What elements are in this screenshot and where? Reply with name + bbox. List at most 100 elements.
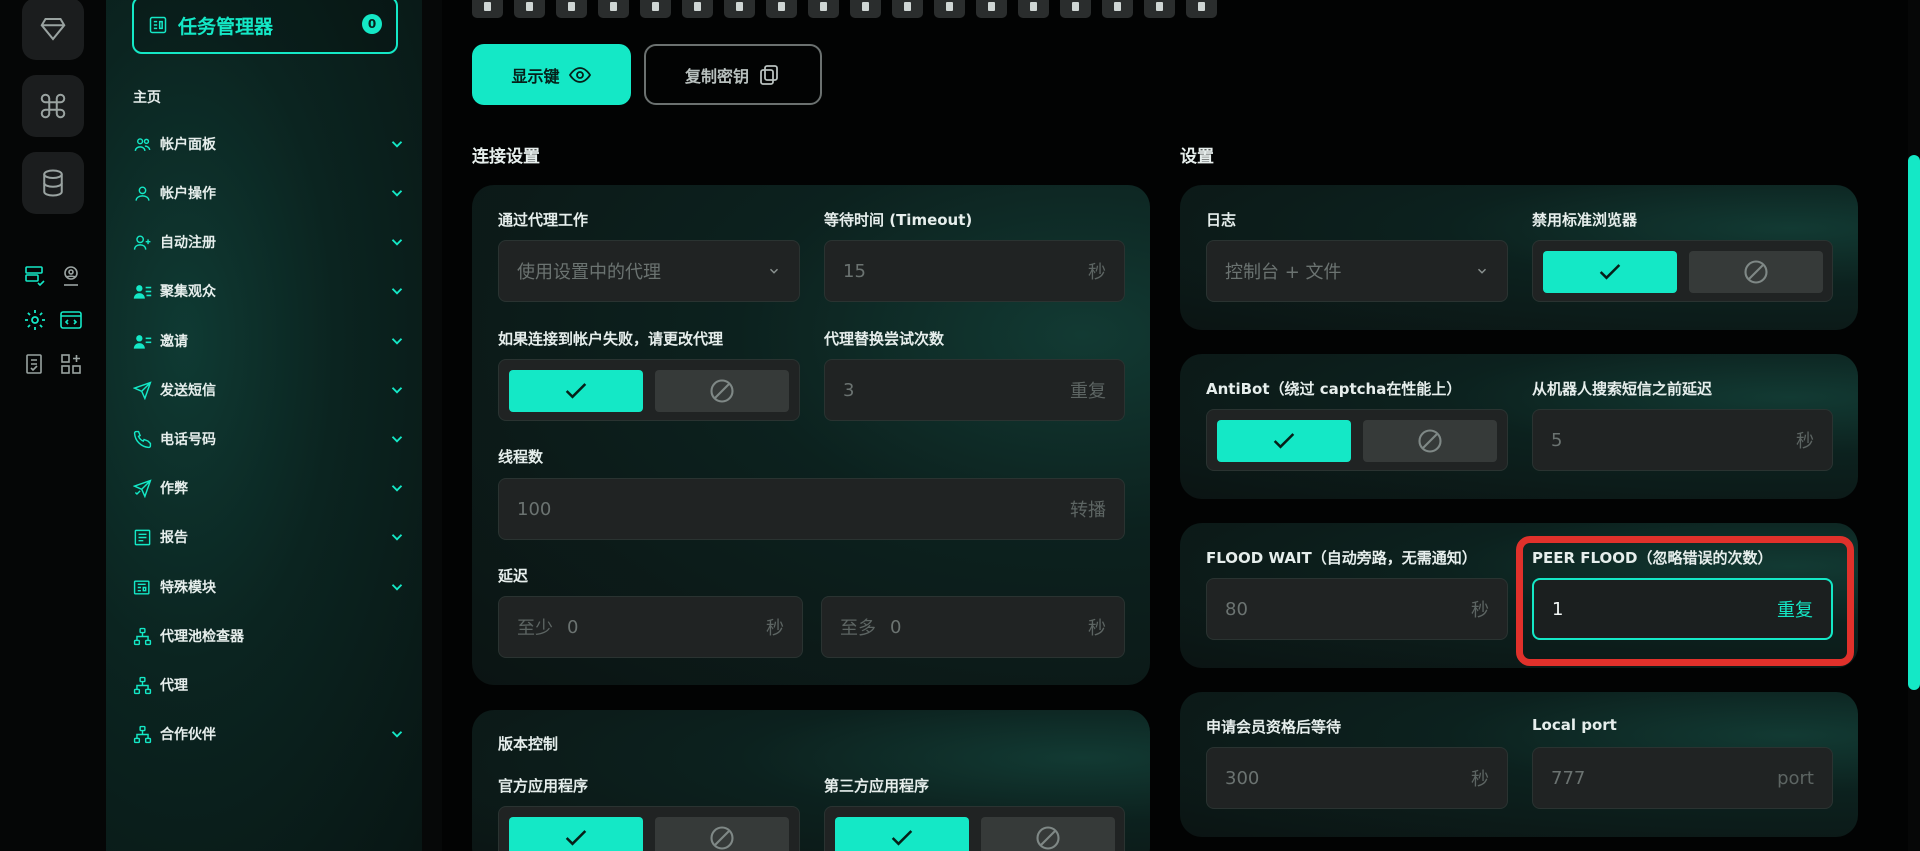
toggle-off-button[interactable]	[1363, 420, 1497, 462]
chevron-down-icon[interactable]	[388, 233, 406, 251]
threads-unit: 转播	[1070, 500, 1106, 521]
masked-key-char	[1060, 0, 1091, 18]
masked-key-char	[640, 0, 671, 18]
masked-key-char	[472, 0, 503, 18]
membership-wait-unit: 秒	[1471, 769, 1489, 790]
chevron-down-icon[interactable]	[388, 479, 406, 497]
masked-key-char	[1144, 0, 1175, 18]
toggle-off-button[interactable]	[655, 817, 789, 851]
database-icon-button[interactable]	[22, 152, 84, 214]
sidebar-item[interactable]: 合作伙伴	[132, 718, 406, 750]
ban-icon	[1744, 260, 1768, 284]
server-check-icon[interactable]	[22, 263, 48, 289]
sidebar: 任务管理器 0 主页 帐户面板帐户操作自动注册聚集观众邀请发送短信电话号码作弊报…	[106, 0, 422, 851]
toggle-off-button[interactable]	[981, 817, 1115, 851]
sidebar-item-label: 合作伙伴	[160, 727, 216, 743]
chevron-down-icon[interactable]	[388, 528, 406, 546]
sidebar-item[interactable]: 代理	[132, 669, 406, 701]
local-port-input[interactable]: 777 port	[1532, 747, 1833, 809]
show-key-button[interactable]: 显示键	[472, 44, 631, 105]
delay-min-prefix: 至少	[517, 618, 553, 639]
threads-input[interactable]: 100 转播	[498, 478, 1125, 540]
sidebar-item[interactable]: 聚集观众	[132, 275, 406, 307]
check-icon	[565, 830, 587, 846]
ban-icon	[1418, 429, 1442, 453]
official-app-toggle	[498, 806, 800, 851]
toggle-on-button[interactable]	[835, 817, 969, 851]
lock-icon	[694, 2, 701, 11]
toggle-on-button[interactable]	[1543, 251, 1677, 293]
lock-icon	[1072, 2, 1079, 11]
delay-max-input[interactable]: 至多 0 秒	[821, 596, 1125, 658]
command-icon-button[interactable]	[22, 75, 84, 137]
toggle-on-button[interactable]	[509, 817, 643, 851]
official-app-label: 官方应用程序	[498, 777, 589, 795]
sidebar-item[interactable]: 帐户操作	[132, 177, 406, 209]
user-invite-icon	[132, 331, 152, 351]
timeout-input[interactable]: 15 秒	[824, 240, 1125, 302]
chevron-down-icon	[1477, 268, 1487, 274]
proxy-work-select[interactable]: 使用设置中的代理	[498, 240, 800, 302]
check-icon	[565, 383, 587, 399]
sidebar-item[interactable]: 自动注册	[132, 226, 406, 258]
toggle-on-button[interactable]	[509, 370, 643, 412]
user-icon	[132, 183, 152, 203]
sidebar-item[interactable]: 报告	[132, 521, 406, 553]
chevron-down-icon[interactable]	[388, 184, 406, 202]
toggle-off-button[interactable]	[1689, 251, 1823, 293]
scrollbar[interactable]	[1908, 0, 1920, 851]
sidebar-item[interactable]: 电话号码	[132, 423, 406, 455]
flood-wait-input[interactable]: 80 秒	[1206, 578, 1508, 640]
disable-browser-toggle	[1532, 240, 1833, 302]
log-label: 日志	[1206, 211, 1237, 229]
bot-delay-input[interactable]: 5 秒	[1532, 409, 1833, 471]
sidebar-item-home[interactable]: 主页	[133, 87, 161, 107]
sidebar-item-label: 聚集观众	[160, 284, 216, 300]
timeout-value: 15	[843, 260, 866, 282]
scrollbar-thumb[interactable]	[1908, 155, 1920, 690]
copy-icon	[760, 64, 778, 85]
masked-key-char	[598, 0, 629, 18]
proxy-attempts-unit: 重复	[1070, 381, 1106, 402]
timeout-unit: 秒	[1088, 262, 1106, 283]
code-window-icon[interactable]	[58, 307, 84, 333]
network-icon	[132, 724, 152, 744]
chevron-down-icon[interactable]	[388, 282, 406, 300]
diamond-icon-button[interactable]	[22, 0, 84, 60]
task-manager-button[interactable]: 任务管理器 0	[132, 0, 398, 54]
sidebar-item[interactable]: 帐户面板	[132, 128, 406, 160]
apps-icon[interactable]	[58, 351, 84, 377]
delay-label: 延迟	[498, 567, 529, 585]
sidebar-item[interactable]: 作弊	[132, 472, 406, 504]
peer-flood-highlight	[1516, 536, 1854, 666]
delay-max-prefix: 至多	[840, 618, 876, 639]
sidebar-item[interactable]: 特殊模块	[132, 571, 406, 603]
masked-key-char	[682, 0, 713, 18]
send-icon	[132, 380, 152, 400]
delay-min-input[interactable]: 至少 0 秒	[498, 596, 803, 658]
toggle-on-button[interactable]	[1217, 420, 1351, 462]
checklist-icon[interactable]	[22, 351, 48, 377]
chevron-down-icon[interactable]	[388, 430, 406, 448]
membership-wait-input[interactable]: 300 秒	[1206, 747, 1508, 809]
chevron-down-icon[interactable]	[388, 578, 406, 596]
proxy-attempts-input[interactable]: 3 重复	[824, 359, 1125, 421]
local-port-value: 777	[1551, 767, 1586, 789]
chevron-down-icon[interactable]	[388, 332, 406, 350]
check-icon	[1273, 433, 1295, 449]
report-icon	[132, 527, 152, 547]
chevron-down-icon[interactable]	[388, 725, 406, 743]
copy-key-button[interactable]: 复制密钥	[644, 44, 822, 105]
sidebar-item[interactable]: 发送短信	[132, 374, 406, 406]
lock-icon	[1030, 2, 1037, 11]
chevron-down-icon[interactable]	[388, 135, 406, 153]
sidebar-item[interactable]: 代理池检查器	[132, 620, 406, 652]
ban-icon	[1036, 826, 1060, 850]
chevron-down-icon[interactable]	[388, 381, 406, 399]
log-select[interactable]: 控制台 + 文件	[1206, 240, 1508, 302]
gear-icon[interactable]	[22, 307, 48, 333]
toggle-off-button[interactable]	[655, 370, 789, 412]
user-location-icon[interactable]	[58, 263, 84, 289]
sidebar-item[interactable]: 邀请	[132, 325, 406, 357]
lock-icon	[736, 2, 743, 11]
